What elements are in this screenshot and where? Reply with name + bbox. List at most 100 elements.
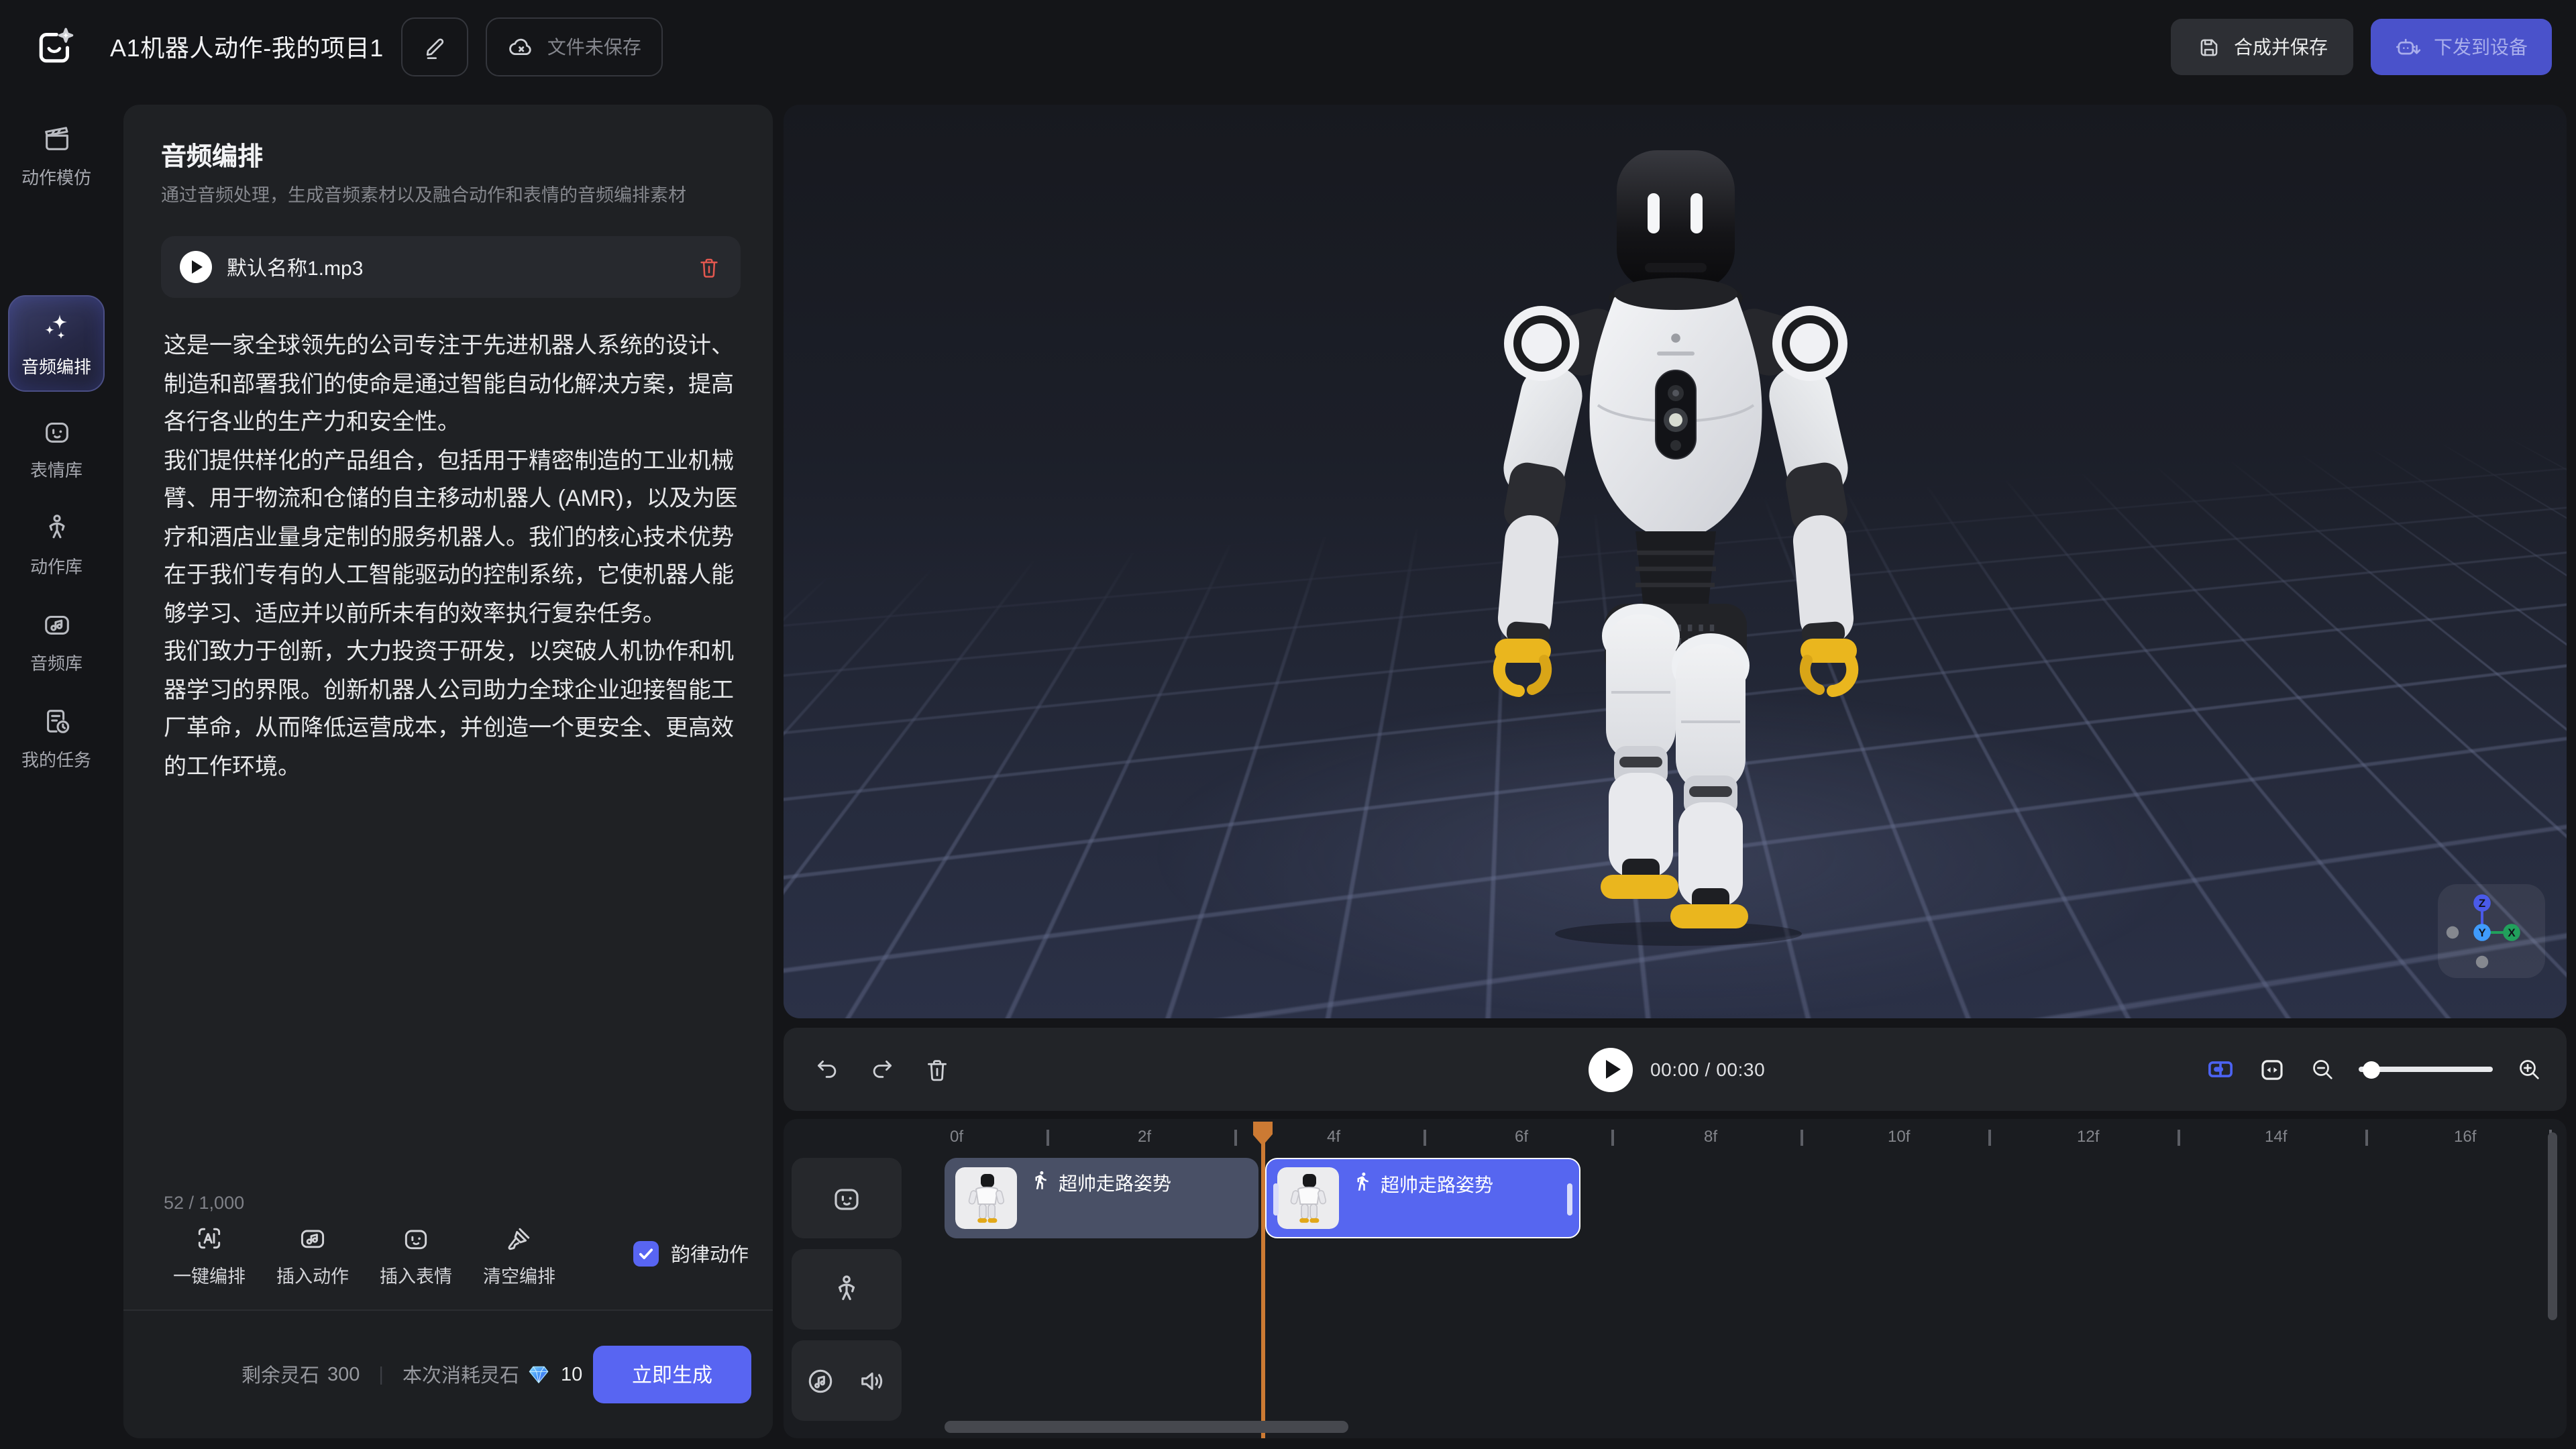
save-icon (2196, 34, 2222, 60)
audio-file-card: 默认名称1.mp3 (161, 236, 741, 298)
person-icon (41, 513, 72, 543)
audio-play-button[interactable] (180, 251, 212, 283)
clear-arrange-button[interactable]: 清空编排 (474, 1224, 565, 1288)
delete-clip-icon[interactable] (923, 1055, 951, 1083)
viewport-3d[interactable]: Z Y X (784, 105, 2567, 1018)
panel-footer: 剩余灵石 300 | 本次消耗灵石 10 立即生成 (123, 1309, 773, 1438)
remaining-label: 剩余灵石 (241, 1360, 319, 1389)
rhythm-label: 韵律动作 (671, 1240, 749, 1268)
clip-thumbnail (955, 1167, 1017, 1229)
ruler-tick (2178, 1130, 2180, 1146)
gem-icon (527, 1363, 550, 1386)
insert-track-icon[interactable] (2206, 1055, 2235, 1084)
compose-save-button[interactable]: 合成并保存 (2171, 19, 2353, 75)
edit-controls (813, 1028, 951, 1111)
deploy-to-device-button[interactable]: 下发到设备 (2371, 19, 2552, 75)
speaker-icon (857, 1365, 888, 1396)
sidebar-label: 动作模仿 (21, 164, 91, 189)
timeline-view-controls (2206, 1028, 2542, 1111)
play-button[interactable] (1589, 1047, 1633, 1091)
motion-clip[interactable]: 超帅走路姿势 (945, 1158, 1258, 1238)
axis-gizmo[interactable]: Z Y X (2438, 884, 2545, 978)
robot-figure (1474, 142, 1877, 947)
deploy-label: 下发到设备 (2434, 34, 2528, 60)
transcript-text[interactable]: 这是一家全球领先的公司专注于先进机器人系统的设计、制造和部署我们的使命是通过智能… (164, 327, 738, 786)
music-box-icon (298, 1224, 327, 1253)
ruler-tick (1234, 1130, 1236, 1146)
track-header-motion[interactable] (792, 1158, 902, 1238)
clip-thumbnail (1277, 1167, 1339, 1229)
robot-face-icon (41, 416, 72, 447)
rhythm-motion-option: 韵律动作 (633, 1224, 749, 1268)
sidebar-nav: 动作模仿 音频编排 表情库 动作库 音频库 我的任务 (0, 94, 113, 1449)
brush-icon (504, 1224, 534, 1253)
sidebar-item-my-tasks[interactable]: 我的任务 (0, 706, 113, 771)
panel-subtitle: 通过音频处理，生成音频素材以及融合动作和表情的音频编排素材 (161, 180, 741, 207)
audio-arrange-panel: 音频编排 通过音频处理，生成音频素材以及融合动作和表情的音频编排素材 默认名称1… (123, 105, 773, 1438)
clapperboard-icon (41, 123, 72, 154)
fit-timeline-icon[interactable] (2258, 1055, 2286, 1083)
tool-label: 一键编排 (173, 1261, 246, 1288)
rename-project-button[interactable] (401, 17, 468, 76)
transcript-toolbar: 一键编排 插入动作 插入表情 清空编排 韵律动作 (164, 1224, 749, 1296)
file-unsaved-label: 文件未保存 (547, 34, 641, 60)
cloud-unsaved-icon (507, 33, 535, 61)
walking-person-icon (1030, 1170, 1051, 1190)
sidebar-label: 音频编排 (21, 353, 91, 378)
sidebar-label: 音频库 (30, 649, 83, 675)
motion-clip-selected[interactable]: 超帅走路姿势 (1265, 1158, 1580, 1238)
sidebar-item-motion-mimic[interactable]: 动作模仿 (0, 123, 113, 189)
redo-icon[interactable] (868, 1055, 896, 1083)
clip-trim-handle-left[interactable] (1273, 1183, 1279, 1216)
topbar-actions: 合成并保存 下发到设备 (2171, 19, 2560, 75)
app-logo-icon (35, 27, 75, 67)
one-click-arrange-button[interactable]: 一键编排 (164, 1224, 255, 1288)
track-header-expression[interactable] (792, 1249, 902, 1330)
transcript-paragraph: 我们提供样化的产品组合，包括用于精密制造的工业机械臂、用于物流和仓储的自主移动机… (164, 442, 738, 633)
axis-z-label: Z (2479, 897, 2485, 910)
file-unsaved-status: 文件未保存 (486, 17, 663, 76)
char-count: 52 / 1,000 (164, 1193, 244, 1213)
pencil-icon (421, 34, 448, 60)
insert-motion-button[interactable]: 插入动作 (267, 1224, 358, 1288)
ruler-label: 4f (1327, 1127, 1340, 1146)
sidebar-item-motion-lib[interactable]: 动作库 (0, 513, 113, 578)
horizontal-scrollbar[interactable] (945, 1421, 1348, 1433)
ruler-tick (1611, 1130, 1613, 1146)
clip-trim-handle-right[interactable] (1567, 1183, 1572, 1216)
vertical-scrollbar[interactable] (2548, 1132, 2557, 1320)
remaining-value: 300 (327, 1364, 360, 1385)
sidebar-label: 我的任务 (21, 746, 91, 771)
panel-title: 音频编排 (161, 137, 263, 173)
person-icon (830, 1273, 863, 1305)
sidebar-item-expression-lib[interactable]: 表情库 (0, 416, 113, 482)
ruler-tick (1988, 1130, 1990, 1146)
music-box-icon (41, 609, 72, 640)
undo-icon[interactable] (813, 1055, 841, 1083)
transcript-paragraph: 我们致力于创新，大力投资于研发，以突破人机协作和机器学习的界限。创新机器人公司助… (164, 633, 738, 786)
zoom-slider-thumb[interactable] (2363, 1061, 2380, 1078)
transport-controls: 00:00 / 00:30 (1589, 1028, 1765, 1111)
playhead-handle[interactable] (1252, 1122, 1273, 1146)
music-disc-icon (805, 1365, 836, 1396)
tool-label: 清空编排 (483, 1261, 555, 1288)
zoom-in-icon[interactable] (2516, 1056, 2542, 1083)
delete-audio-icon[interactable] (696, 254, 722, 280)
axis-y-label: Y (2478, 926, 2486, 939)
ruler-tick (1801, 1130, 1803, 1146)
clip-title: 超帅走路姿势 (1381, 1171, 1493, 1198)
playhead[interactable] (1261, 1122, 1265, 1438)
zoom-out-icon[interactable] (2309, 1056, 2336, 1083)
sidebar-item-audio-arrange[interactable]: 音频编排 (0, 311, 113, 378)
cost-value: 10 (561, 1364, 582, 1385)
top-bar: A1机器人动作-我的项目1 文件未保存 合成并保存 下发到设备 (0, 0, 2576, 94)
tool-label: 插入动作 (276, 1261, 349, 1288)
timeline-zoom-slider[interactable] (2359, 1067, 2493, 1072)
track-header-audio[interactable] (792, 1340, 902, 1421)
generate-now-button[interactable]: 立即生成 (593, 1346, 751, 1403)
rhythm-checkbox[interactable] (633, 1241, 659, 1267)
timecode: 00:00 / 00:30 (1650, 1059, 1765, 1080)
insert-expression-button[interactable]: 插入表情 (370, 1224, 462, 1288)
sidebar-item-audio-lib[interactable]: 音频库 (0, 609, 113, 675)
clip-title: 超帅走路姿势 (1059, 1170, 1171, 1197)
